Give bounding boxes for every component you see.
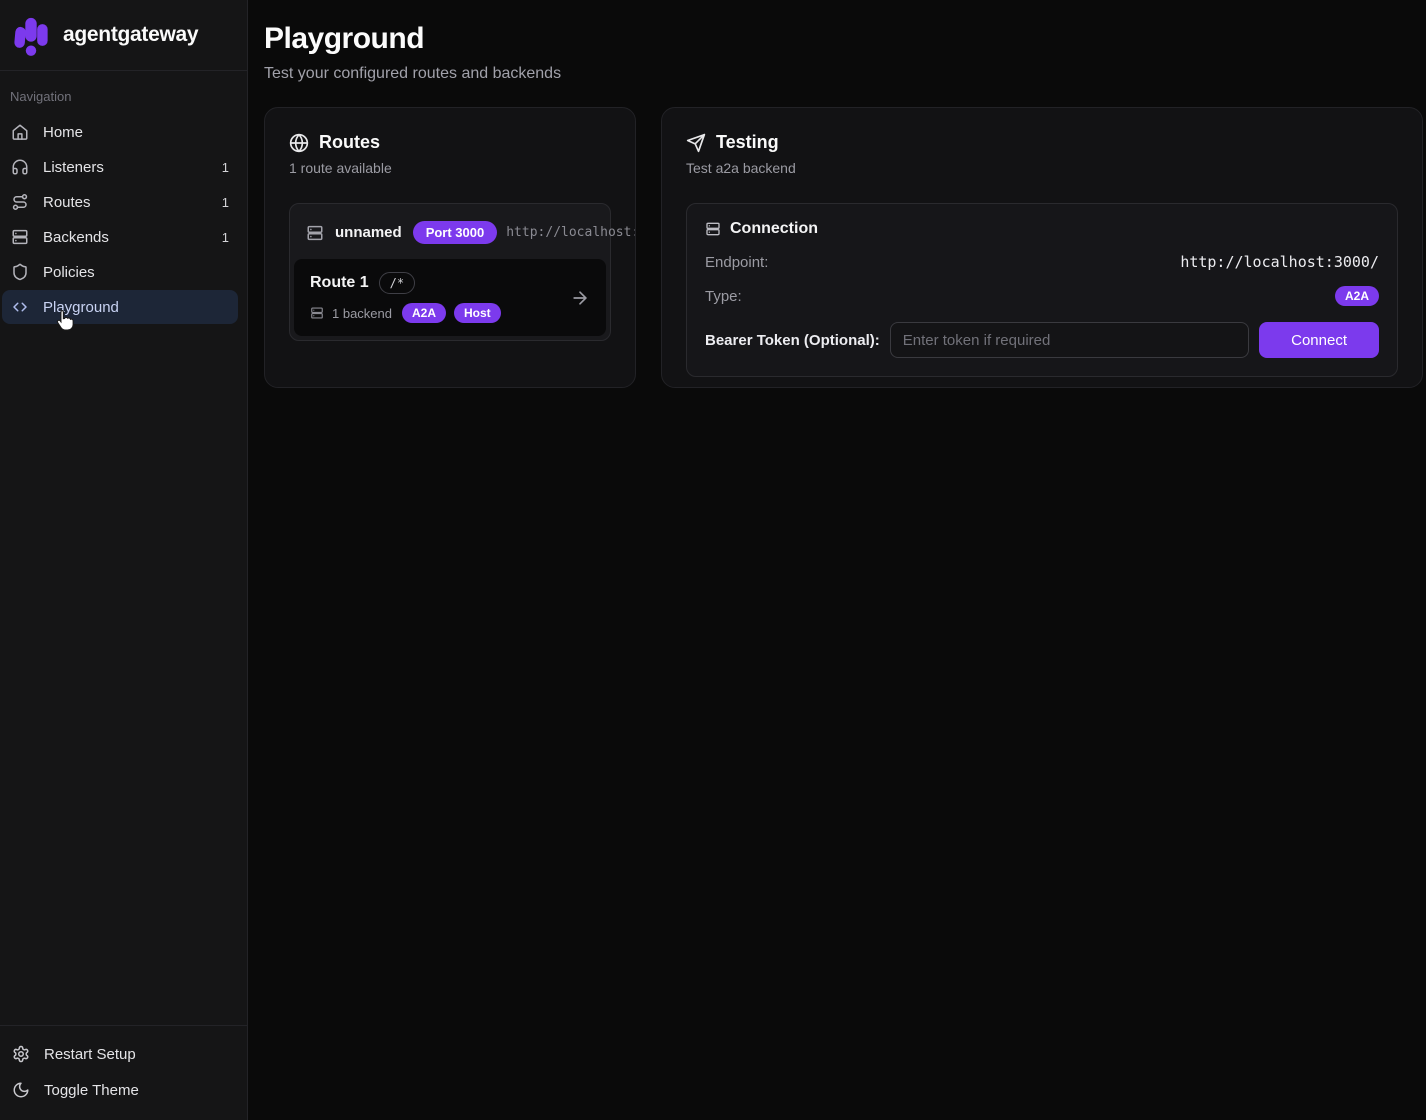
restart-setup-label: Restart Setup xyxy=(44,1046,136,1063)
app-name: agentgateway xyxy=(63,23,198,47)
sidebar-item-listeners[interactable]: Listeners 1 xyxy=(2,150,238,184)
server-icon xyxy=(11,228,29,246)
type-row: Type: A2A xyxy=(705,286,1379,306)
sidebar-item-routes[interactable]: Routes 1 xyxy=(2,185,238,219)
routes-card: Routes 1 route available unnamed Port 30… xyxy=(264,107,636,388)
app-logo[interactable]: agentgateway xyxy=(0,0,247,71)
sidebar-item-playground[interactable]: Playground xyxy=(2,290,238,324)
endpoint-value: http://localhost:3000/ xyxy=(1180,253,1379,271)
toggle-theme-label: Toggle Theme xyxy=(44,1082,139,1099)
a2a-badge: A2A xyxy=(402,303,446,323)
cards-row: Routes 1 route available unnamed Port 30… xyxy=(264,107,1423,388)
sidebar-nav: Home Listeners 1 Routes 1 Backends 1 xyxy=(0,114,247,325)
sidebar-item-backends[interactable]: Backends 1 xyxy=(2,220,238,254)
bearer-token-label: Bearer Token (Optional): xyxy=(705,332,880,349)
home-icon xyxy=(11,123,29,141)
code-icon xyxy=(11,298,29,316)
server-icon xyxy=(306,224,324,242)
nav-section-label: Navigation xyxy=(0,71,247,114)
shield-icon xyxy=(11,263,29,281)
server-icon xyxy=(705,221,721,237)
type-label: Type: xyxy=(705,288,742,305)
testing-card-subtitle: Test a2a backend xyxy=(686,160,1398,176)
listener-row: unnamed Port 3000 http://localhost:3000/ xyxy=(294,208,606,257)
globe-icon xyxy=(289,133,309,153)
main-content: Playground Test your configured routes a… xyxy=(248,0,1426,1120)
connect-button[interactable]: Connect xyxy=(1259,322,1379,358)
routes-card-subtitle: 1 route available xyxy=(289,160,611,176)
route-icon xyxy=(11,193,29,211)
listener-name: unnamed xyxy=(335,224,402,241)
routes-card-title: Routes xyxy=(319,132,380,153)
endpoint-label: Endpoint: xyxy=(705,254,768,271)
connection-panel: Connection Endpoint: http://localhost:30… xyxy=(686,203,1398,377)
sidebar-item-label: Playground xyxy=(43,299,119,316)
moon-icon xyxy=(12,1081,30,1099)
route-path-badge: /* xyxy=(379,272,415,294)
bearer-token-row: Bearer Token (Optional): Connect xyxy=(705,322,1379,358)
page-title: Playground xyxy=(264,22,1423,56)
sidebar: agentgateway Navigation Home Listeners 1… xyxy=(0,0,248,1120)
port-badge: Port 3000 xyxy=(413,221,498,244)
type-badge: A2A xyxy=(1335,286,1379,306)
toggle-theme-button[interactable]: Toggle Theme xyxy=(10,1072,237,1108)
route-name: Route 1 xyxy=(310,274,369,292)
sidebar-item-label: Home xyxy=(43,124,83,141)
listener-url: http://localhost:3000/ xyxy=(506,225,636,240)
sidebar-item-label: Backends xyxy=(43,229,109,246)
gear-icon xyxy=(12,1045,30,1063)
arrow-right-icon xyxy=(570,288,590,308)
server-icon xyxy=(310,306,324,320)
route-info: Route 1 /* 1 backend A2A Host xyxy=(310,272,501,323)
sidebar-item-label: Routes xyxy=(43,194,91,211)
sidebar-item-label: Policies xyxy=(43,264,95,281)
routes-count-badge: 1 xyxy=(222,195,229,210)
agentgateway-logo-icon xyxy=(12,14,50,56)
listeners-count-badge: 1 xyxy=(222,160,229,175)
endpoint-row: Endpoint: http://localhost:3000/ xyxy=(705,253,1379,271)
bearer-token-input[interactable] xyxy=(890,322,1249,358)
listener-group: unnamed Port 3000 http://localhost:3000/… xyxy=(289,203,611,341)
page-subtitle: Test your configured routes and backends xyxy=(264,65,1423,83)
sidebar-item-policies[interactable]: Policies xyxy=(2,255,238,289)
route-row[interactable]: Route 1 /* 1 backend A2A Host xyxy=(294,259,606,336)
backend-count: 1 backend xyxy=(332,306,392,321)
testing-card-title: Testing xyxy=(716,132,779,153)
send-icon xyxy=(686,133,706,153)
sidebar-footer: Restart Setup Toggle Theme xyxy=(0,1025,247,1120)
headphones-icon xyxy=(11,158,29,176)
sidebar-item-home[interactable]: Home xyxy=(2,115,238,149)
backends-count-badge: 1 xyxy=(222,230,229,245)
connection-title: Connection xyxy=(730,220,818,238)
sidebar-item-label: Listeners xyxy=(43,159,104,176)
testing-card: Testing Test a2a backend Connection Endp… xyxy=(661,107,1423,388)
host-badge: Host xyxy=(454,303,501,323)
restart-setup-button[interactable]: Restart Setup xyxy=(10,1036,237,1072)
